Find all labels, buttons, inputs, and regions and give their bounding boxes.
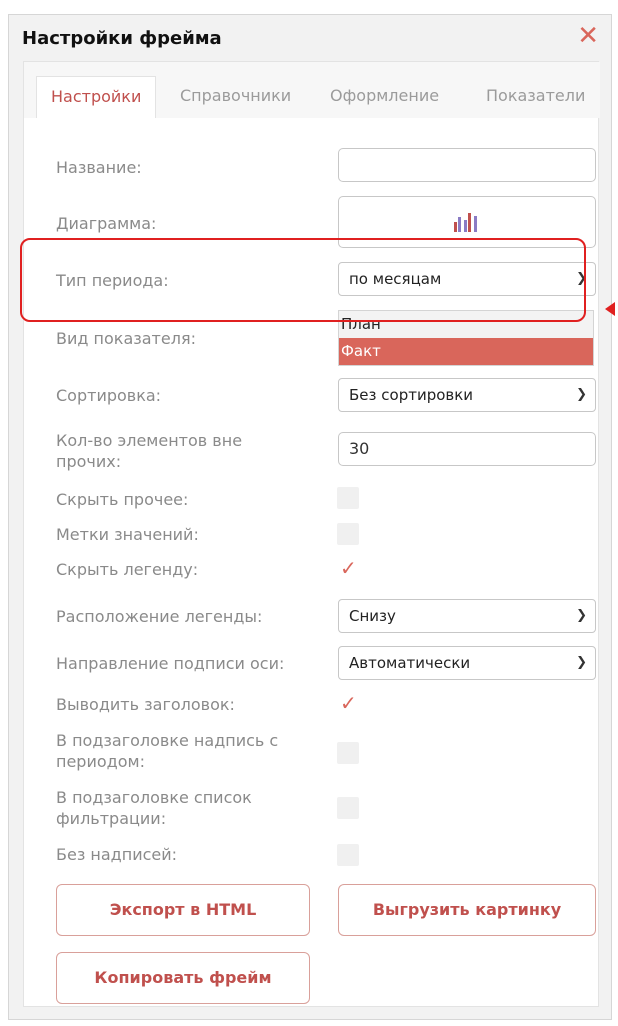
period-type-select[interactable]: по месяцам ❯ (338, 262, 596, 296)
tab-dictionaries[interactable]: Справочники (166, 76, 305, 118)
tab-bar: Настройки Справочники Оформление Показат… (24, 62, 600, 118)
subtitle-period-checkbox[interactable] (337, 742, 359, 764)
annotation-arrow-icon (605, 302, 615, 316)
no-labels-label: Без надписей: (56, 845, 178, 864)
option-plan[interactable]: План (339, 311, 593, 338)
hide-legend-checkbox[interactable] (337, 556, 359, 581)
subtitle-period-label: В подзаголовке надпись с периодом: (56, 731, 279, 771)
legend-position-select[interactable]: Снизу ❯ (338, 599, 596, 633)
name-label: Название: (56, 158, 142, 177)
sorting-select[interactable]: Без сортировки ❯ (338, 378, 596, 412)
dialog-titlebar: Настройки фрейма ✕ (9, 15, 611, 61)
option-fact[interactable]: Факт (339, 338, 593, 365)
settings-panel: Настройки Справочники Оформление Показат… (23, 61, 600, 1007)
legend-position-label: Расположение легенды: (56, 607, 263, 626)
chevron-down-icon: ❯ (576, 655, 587, 670)
indicator-type-label: Вид показателя: (56, 329, 196, 348)
axis-direction-value: Автоматически (349, 654, 471, 672)
legend-position-value: Снизу (349, 607, 396, 625)
sorting-label: Сортировка: (56, 386, 162, 405)
period-type-label: Тип периода: (56, 271, 169, 290)
value-labels-checkbox[interactable] (337, 523, 359, 545)
no-labels-checkbox[interactable] (337, 844, 359, 866)
name-input[interactable] (338, 148, 596, 182)
tab-settings[interactable]: Настройки (36, 76, 157, 118)
tab-indicators[interactable]: Показатели (472, 76, 599, 118)
close-icon[interactable]: ✕ (577, 21, 599, 51)
chart-selector[interactable] (338, 196, 596, 248)
value-labels-label: Метки значений: (56, 525, 199, 544)
chevron-down-icon: ❯ (576, 271, 587, 286)
copy-frame-button[interactable]: Копировать фрейм (56, 952, 310, 1004)
show-title-label: Выводить заголовок: (56, 695, 235, 714)
sorting-value: Без сортировки (349, 386, 474, 404)
subtitle-filter-checkbox[interactable] (337, 797, 359, 819)
dialog-title: Настройки фрейма (22, 28, 222, 49)
chevron-down-icon: ❯ (576, 387, 587, 402)
bar-chart-icon (454, 213, 477, 232)
hide-other-checkbox[interactable] (337, 487, 359, 509)
frame-settings-dialog: Настройки фрейма ✕ Настройки Справочники… (8, 14, 612, 1020)
axis-direction-label: Направление подписи оси: (56, 654, 285, 673)
tab-appearance[interactable]: Оформление (316, 76, 453, 118)
indicator-type-listbox[interactable]: План Факт (338, 310, 594, 366)
elements-count-input[interactable]: 30 (338, 432, 596, 466)
period-type-value: по месяцам (349, 270, 442, 288)
chart-label: Диаграмма: (56, 214, 157, 233)
export-html-button[interactable]: Экспорт в HTML (56, 884, 310, 936)
subtitle-filter-label: В подзаголовке список фильтрации: (56, 788, 252, 828)
export-image-button[interactable]: Выгрузить картинку (338, 884, 596, 936)
hide-legend-label: Скрыть легенду: (56, 560, 199, 579)
elements-count-label: Кол-во элементов вне прочих: (56, 431, 243, 471)
chevron-down-icon: ❯ (576, 608, 587, 623)
axis-direction-select[interactable]: Автоматически ❯ (338, 646, 596, 680)
hide-other-label: Скрыть прочее: (56, 490, 189, 509)
show-title-checkbox[interactable] (337, 691, 359, 716)
